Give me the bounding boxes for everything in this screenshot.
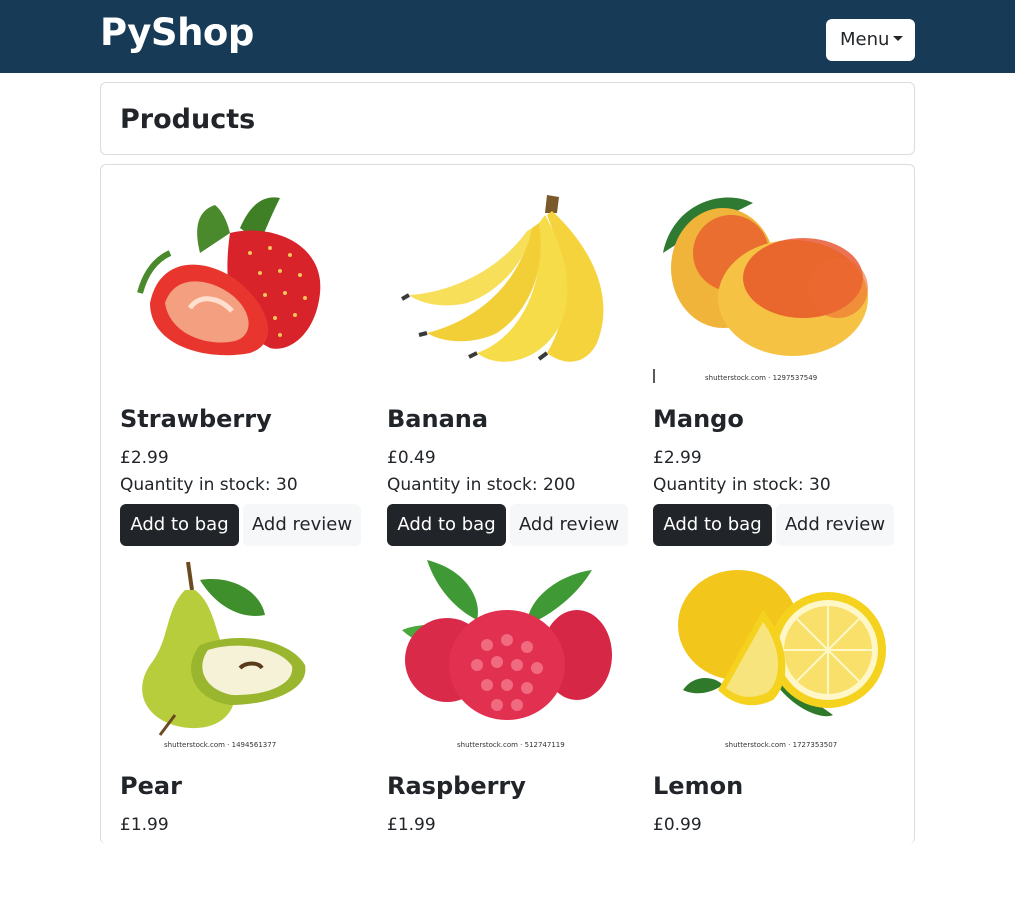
- menu-button-label: Menu: [840, 29, 890, 50]
- caret-down-icon: [893, 36, 904, 41]
- pear-image: shutterstock.com · 1494561377: [142, 561, 306, 749]
- product-name: Strawberry: [120, 405, 272, 433]
- banana-image: [401, 195, 604, 362]
- add-review-button[interactable]: Add review: [510, 504, 628, 546]
- product-price: £2.99: [120, 448, 169, 468]
- product-name: Pear: [120, 772, 182, 800]
- product-name: Raspberry: [387, 772, 526, 800]
- page-header-card: Products: [100, 82, 915, 155]
- product-price: £0.99: [653, 815, 702, 835]
- product-stock: Quantity in stock: 200: [387, 475, 576, 495]
- products-card: Strawberry £2.99 Quantity in stock: 30 A…: [100, 164, 915, 844]
- image-watermark: shutterstock.com · 1494561377: [164, 741, 276, 749]
- page-title: Products: [120, 104, 256, 135]
- add-to-bag-button[interactable]: Add to bag: [387, 504, 506, 546]
- image-watermark: shutterstock.com · 512747119: [457, 741, 565, 749]
- product-card-raspberry: shutterstock.com · 512747119 Raspberry £…: [387, 550, 629, 920]
- navbar: PyShop Menu: [0, 0, 1015, 73]
- brand-logo[interactable]: PyShop: [100, 11, 254, 54]
- product-card-lemon: shutterstock.com · 1727353507 Lemon £0.9…: [653, 550, 895, 920]
- product-name: Lemon: [653, 772, 744, 800]
- lemon-image: shutterstock.com · 1727353507: [678, 570, 886, 749]
- product-price: £1.99: [387, 815, 436, 835]
- product-name: Banana: [387, 405, 489, 433]
- product-card-strawberry: Strawberry £2.99 Quantity in stock: 30 A…: [120, 183, 362, 553]
- add-to-bag-button[interactable]: Add to bag: [653, 504, 772, 546]
- product-name: Mango: [653, 405, 744, 433]
- product-price: £2.99: [653, 448, 702, 468]
- raspberry-image: shutterstock.com · 512747119: [402, 560, 612, 749]
- add-to-bag-button[interactable]: Add to bag: [120, 504, 239, 546]
- menu-button[interactable]: Menu: [826, 19, 915, 61]
- image-watermark: shutterstock.com · 1727353507: [725, 741, 837, 749]
- add-review-button[interactable]: Add review: [243, 504, 361, 546]
- add-review-button[interactable]: Add review: [776, 504, 894, 546]
- product-price: £1.99: [120, 815, 169, 835]
- product-stock: Quantity in stock: 30: [120, 475, 298, 495]
- product-card-pear: shutterstock.com · 1494561377 Pear £1.99: [120, 550, 362, 920]
- product-price: £0.49: [387, 448, 436, 468]
- image-watermark: shutterstock.com · 1297537549: [705, 374, 817, 382]
- mango-image: shutterstock.com · 1297537549: [653, 197, 868, 383]
- strawberry-image: [137, 197, 321, 356]
- product-card-mango: shutterstock.com · 1297537549 Mango £2.9…: [653, 183, 895, 553]
- product-card-banana: Banana £0.49 Quantity in stock: 200 Add …: [387, 183, 629, 553]
- product-stock: Quantity in stock: 30: [653, 475, 831, 495]
